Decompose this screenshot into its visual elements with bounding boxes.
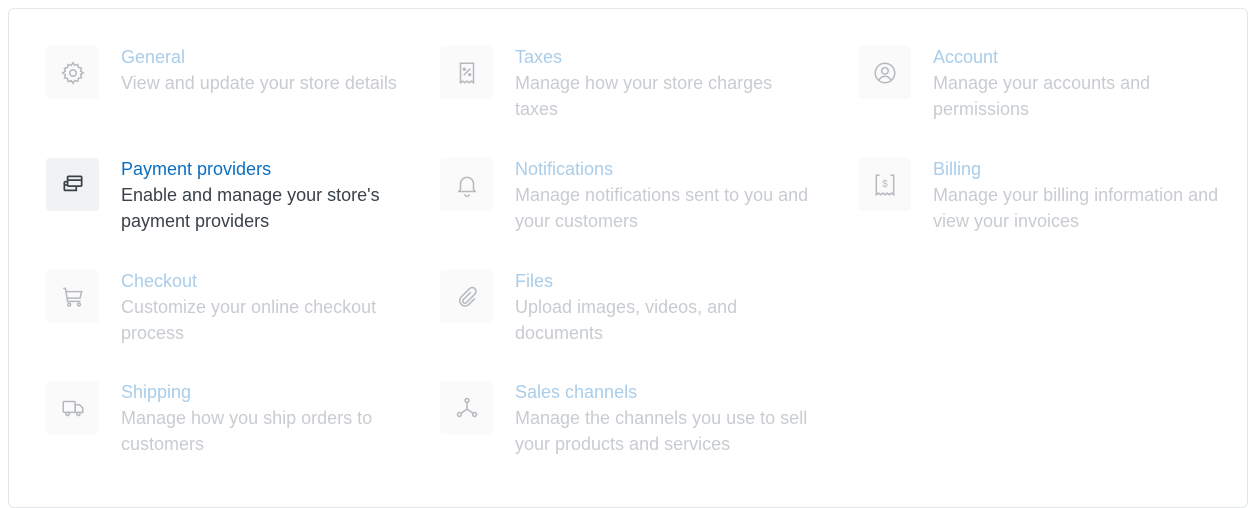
- settings-item-shipping[interactable]: Shipping Manage how you ship orders to c…: [46, 381, 421, 457]
- channels-icon: [440, 381, 493, 434]
- settings-item-description: Manage how you ship orders to customers: [121, 408, 373, 454]
- credit-cards-icon: [46, 158, 99, 211]
- paperclip-icon: [440, 270, 493, 323]
- settings-item-description: Enable and manage your store's payment p…: [121, 185, 380, 231]
- settings-item-title: Taxes: [515, 47, 563, 67]
- settings-item-title: Sales channels: [515, 382, 638, 402]
- settings-item-taxes[interactable]: Taxes Manage how your store charges taxe…: [440, 46, 815, 122]
- settings-item-description: Manage how your store charges taxes: [515, 73, 773, 119]
- user-circle-icon: [858, 46, 911, 99]
- svg-text:$: $: [882, 179, 888, 190]
- settings-item-sales-channels[interactable]: Sales channels Manage the channels you u…: [440, 381, 815, 457]
- bell-icon: [440, 158, 493, 211]
- shopping-cart-icon: [46, 270, 99, 323]
- settings-item-billing[interactable]: $ Billing Manage your billing informatio…: [858, 158, 1233, 234]
- settings-item-description: Manage the channels you use to sell your…: [515, 408, 808, 454]
- gear-icon: [46, 46, 99, 99]
- receipt-percent-icon: [440, 46, 493, 99]
- settings-item-title: General: [121, 47, 186, 67]
- settings-card: General View and update your store detai…: [8, 8, 1248, 508]
- settings-item-description: Manage your billing information and view…: [933, 185, 1219, 231]
- settings-item-title: Shipping: [121, 382, 192, 402]
- settings-item-title: Account: [933, 47, 999, 67]
- settings-item-description: Customize your online checkout process: [121, 297, 377, 343]
- settings-item-description: Manage notifications sent to you and you…: [515, 185, 809, 231]
- settings-item-files[interactable]: Files Upload images, videos, and documen…: [440, 270, 815, 346]
- truck-icon: [46, 381, 99, 434]
- settings-item-title: Notifications: [515, 159, 614, 179]
- settings-item-description: View and update your store details: [121, 73, 397, 93]
- settings-item-description: Upload images, videos, and documents: [515, 297, 738, 343]
- settings-item-title: Files: [515, 271, 554, 291]
- settings-item-account[interactable]: Account Manage your accounts and permiss…: [858, 46, 1233, 122]
- settings-item-notifications[interactable]: Notifications Manage notifications sent …: [440, 158, 815, 234]
- settings-item-description: Manage your accounts and permissions: [933, 73, 1151, 119]
- settings-item-checkout[interactable]: Checkout Customize your online checkout …: [46, 270, 421, 346]
- billing-receipt-icon: $: [858, 158, 911, 211]
- settings-item-title: Payment providers: [121, 159, 272, 179]
- settings-item-title: Billing: [933, 159, 982, 179]
- settings-item-general[interactable]: General View and update your store detai…: [46, 46, 421, 99]
- settings-item-payment-providers[interactable]: Payment providers Enable and manage your…: [46, 158, 421, 234]
- settings-item-title: Checkout: [121, 271, 198, 291]
